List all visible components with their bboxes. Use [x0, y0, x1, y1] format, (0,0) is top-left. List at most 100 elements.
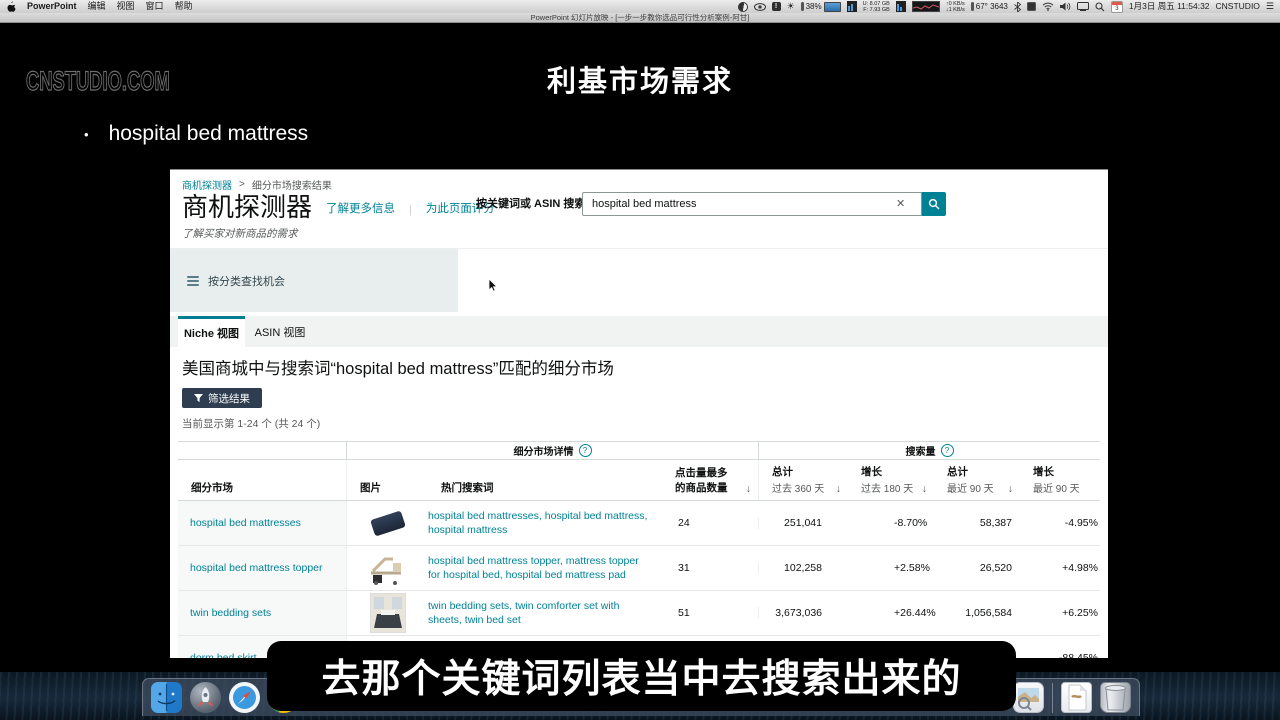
preview-icon[interactable]: [1013, 682, 1044, 713]
page-header: 商机探测器 了解更多信息 | 为此页面评分: [182, 194, 495, 220]
volume-icon[interactable]: [1060, 2, 1071, 11]
dock-separator: [1052, 683, 1053, 713]
category-nav-panel[interactable]: 按分类查找机会: [170, 249, 458, 312]
temp-icon: [971, 2, 974, 11]
hamburger-icon: [187, 274, 199, 288]
table-row: twin bedding sets twin bedding sets, twi…: [178, 591, 1100, 636]
tab-asin-view[interactable]: ASIN 视图: [248, 316, 312, 347]
results-count: 当前显示第 1-24 个 (共 24 个): [182, 416, 320, 431]
niche-link[interactable]: hospital bed mattresses: [190, 517, 301, 529]
menubar-list-icon[interactable]: ☰: [1266, 0, 1274, 13]
temperature-fan-readout[interactable]: 67° 3643: [971, 0, 1008, 13]
tab-niche-view[interactable]: Niche 视图: [178, 316, 245, 347]
menu-edit[interactable]: 编辑: [88, 0, 106, 13]
breadcrumb-home-link[interactable]: 商机探测器: [182, 177, 232, 192]
total-360-value: 251,041: [758, 517, 848, 529]
search-label: 按关键词或 ASIN 搜索: [476, 195, 585, 211]
menu-help[interactable]: 帮助: [175, 0, 193, 13]
display-mirroring-icon[interactable]: [1077, 2, 1089, 11]
input-source-icon[interactable]: [1027, 2, 1036, 11]
battery-indicator[interactable]: 38%: [801, 0, 841, 13]
sort-icon[interactable]: ↓: [1008, 483, 1013, 495]
view-tabs: Niche 视图 ASIN 视图: [170, 316, 1108, 347]
memory-meter-icon[interactable]: [847, 1, 857, 12]
growth-90-value: -4.95%: [1020, 517, 1100, 529]
col-niche: 细分市场: [178, 460, 346, 500]
thermometer-icon: [801, 2, 804, 11]
clear-search-icon[interactable]: ✕: [896, 197, 905, 210]
disk-meter-icon[interactable]: [896, 1, 906, 12]
help-icon[interactable]: ?: [579, 444, 592, 457]
growth-90-value: -88.45%: [1020, 652, 1100, 658]
col-growth-90: 增长最近 90 天: [1020, 460, 1100, 500]
growth-180-value: +2.58%: [848, 562, 934, 574]
network-readout[interactable]: ↑0 KB/s↓1 KB/s: [946, 1, 965, 13]
sort-icon[interactable]: ↓: [836, 483, 841, 495]
launchpad-icon[interactable]: [190, 682, 221, 713]
col-total-90: 总计最近 90 天 ↓: [934, 460, 1020, 500]
help-icon[interactable]: ?: [941, 444, 954, 457]
search-icon: [928, 198, 940, 210]
menubar-app-name[interactable]: PowerPoint: [27, 0, 77, 13]
brightness-icon[interactable]: ☀: [787, 0, 795, 13]
battery-bar-icon: [824, 2, 841, 12]
product-image: [346, 546, 428, 590]
niche-link[interactable]: hospital bed mattress topper: [190, 562, 323, 574]
menu-view[interactable]: 视图: [117, 0, 135, 13]
group-search-volume: 搜索量 ?: [758, 442, 1100, 459]
screen-record-icon[interactable]: [738, 2, 748, 12]
header-link-separator: |: [409, 204, 412, 220]
keywords-links[interactable]: twin bedding sets, twin comforter set wi…: [428, 599, 662, 627]
bluetooth-icon[interactable]: [1014, 2, 1021, 12]
learn-more-link[interactable]: 了解更多信息: [326, 200, 395, 220]
document-stack-icon[interactable]: [1061, 682, 1092, 713]
safari-icon[interactable]: [229, 682, 260, 713]
table-row: hospital bed mattress topper hospital be…: [178, 546, 1100, 591]
sort-icon[interactable]: ↓: [922, 483, 927, 495]
funnel-icon: [194, 394, 203, 403]
memory-readout: U: 8.07 GBF: 7.93 GB: [863, 1, 890, 13]
apple-menu-icon[interactable]: [6, 1, 16, 12]
growth-180-value: -8.70%: [848, 517, 934, 529]
col-image: 图片: [346, 460, 428, 500]
sort-icon[interactable]: ↓: [746, 483, 751, 495]
total-90-value: 1,056,584: [934, 607, 1020, 619]
bullet-dot-icon: •: [84, 127, 89, 142]
menubar: PowerPoint 编辑 视图 窗口 帮助 ! ☀ 38% U: 8.07 G…: [0, 0, 1280, 13]
growth-90-value: +6.25%: [1020, 607, 1100, 619]
alert-badge-icon[interactable]: !: [772, 2, 781, 11]
top-clicked-value: 31: [662, 562, 758, 574]
keywords-links[interactable]: hospital bed mattresses, hospital bed ma…: [428, 509, 662, 537]
table-column-headers: 细分市场 图片 热门搜索词 点击量最多的商品数量 ↓ 总计过去 360 天 ↓ …: [178, 460, 1100, 501]
menu-window[interactable]: 窗口: [146, 0, 164, 13]
niche-table: 细分市场详情 ? 搜索量 ? 细分市场 图片 热门搜索词 点击量最多的商品数量 …: [178, 441, 1100, 658]
eye-icon[interactable]: [754, 3, 766, 11]
table-row: hospital bed mattresses hospital bed mat…: [178, 501, 1100, 546]
slide-bullet: • hospital bed mattress: [84, 122, 308, 146]
total-360-value: 102,258: [758, 562, 848, 574]
trash-icon[interactable]: [1100, 682, 1131, 713]
menubar-datetime[interactable]: 1月3日 周五 11:54:32: [1129, 0, 1210, 13]
cpu-graph-icon[interactable]: [912, 1, 940, 12]
niche-link[interactable]: dorm bed skirt: [190, 652, 257, 658]
table-group-header: 细分市场详情 ? 搜索量 ?: [178, 441, 1100, 460]
search-input[interactable]: [582, 192, 922, 216]
slide-title: 利基市场需求: [0, 58, 1280, 100]
calendar-icon[interactable]: 3: [1111, 1, 1123, 13]
search-button[interactable]: [922, 192, 946, 216]
niche-link[interactable]: twin bedding sets: [190, 607, 271, 619]
filter-results-button[interactable]: 筛选结果: [182, 388, 262, 408]
col-growth-180: 增长过去 180 天 ↓: [848, 460, 934, 500]
breadcrumb: 商机探测器 > 细分市场搜索结果: [182, 177, 332, 192]
spotlight-icon[interactable]: [1095, 2, 1105, 12]
finder-icon[interactable]: [151, 682, 182, 713]
total-360-value: 3,673,036: [758, 607, 848, 619]
bullet-text: hospital bed mattress: [109, 122, 309, 146]
col-keywords: 热门搜索词: [428, 460, 662, 500]
keywords-links[interactable]: hospital bed mattress topper, mattress t…: [428, 554, 662, 582]
menubar-account[interactable]: CNSTUDIO: [1216, 0, 1260, 13]
breadcrumb-separator: >: [239, 179, 245, 190]
growth-180-value: +26.44%: [848, 607, 934, 619]
wifi-icon[interactable]: [1042, 2, 1054, 11]
breadcrumb-current: 细分市场搜索结果: [252, 177, 332, 192]
